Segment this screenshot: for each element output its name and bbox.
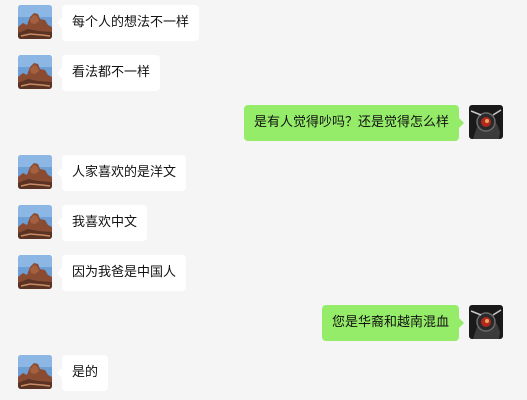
message-row-outgoing: 您是华裔和越南混血 — [0, 305, 527, 341]
rock-landscape-avatar-icon — [18, 355, 52, 389]
contact-avatar[interactable] — [18, 205, 52, 239]
contact-avatar[interactable] — [18, 5, 52, 39]
rock-landscape-avatar-icon — [18, 5, 52, 39]
message-bubble[interactable]: 是有人觉得吵吗？还是觉得怎么样 — [243, 105, 465, 141]
message-bubble[interactable]: 我喜欢中文 — [56, 205, 148, 241]
message-row-incoming: 因为我爸是中国人 — [0, 255, 527, 291]
message-bubble[interactable]: 每个人的想法不一样 — [56, 5, 200, 41]
message-bubble[interactable]: 您是华裔和越南混血 — [321, 305, 465, 341]
contact-avatar[interactable] — [18, 255, 52, 289]
contact-avatar[interactable] — [18, 355, 52, 389]
dark-helmet-avatar-icon — [469, 305, 503, 339]
self-avatar[interactable] — [469, 105, 503, 139]
message-bubble[interactable]: 是的 — [56, 355, 109, 391]
rock-landscape-avatar-icon — [18, 255, 52, 289]
dark-helmet-avatar-icon — [469, 105, 503, 139]
message-row-incoming: 看法都不一样 — [0, 55, 527, 91]
message-row-incoming: 人家喜欢的是洋文 — [0, 155, 527, 191]
contact-avatar[interactable] — [18, 155, 52, 189]
message-row-outgoing: 是有人觉得吵吗？还是觉得怎么样 — [0, 105, 527, 141]
message-row-incoming: 每个人的想法不一样 — [0, 5, 527, 41]
rock-landscape-avatar-icon — [18, 155, 52, 189]
self-avatar[interactable] — [469, 305, 503, 339]
rock-landscape-avatar-icon — [18, 55, 52, 89]
contact-avatar[interactable] — [18, 55, 52, 89]
message-bubble[interactable]: 看法都不一样 — [56, 55, 161, 91]
message-bubble[interactable]: 人家喜欢的是洋文 — [56, 155, 187, 191]
message-row-incoming: 我喜欢中文 — [0, 205, 527, 241]
chat-window: 每个人的想法不一样 看法都不一样 是有人觉得吵吗？还是觉得怎么样 人家喜欢的是洋… — [0, 0, 527, 400]
message-row-incoming: 是的 — [0, 355, 527, 391]
message-bubble[interactable]: 因为我爸是中国人 — [56, 255, 187, 291]
rock-landscape-avatar-icon — [18, 205, 52, 239]
